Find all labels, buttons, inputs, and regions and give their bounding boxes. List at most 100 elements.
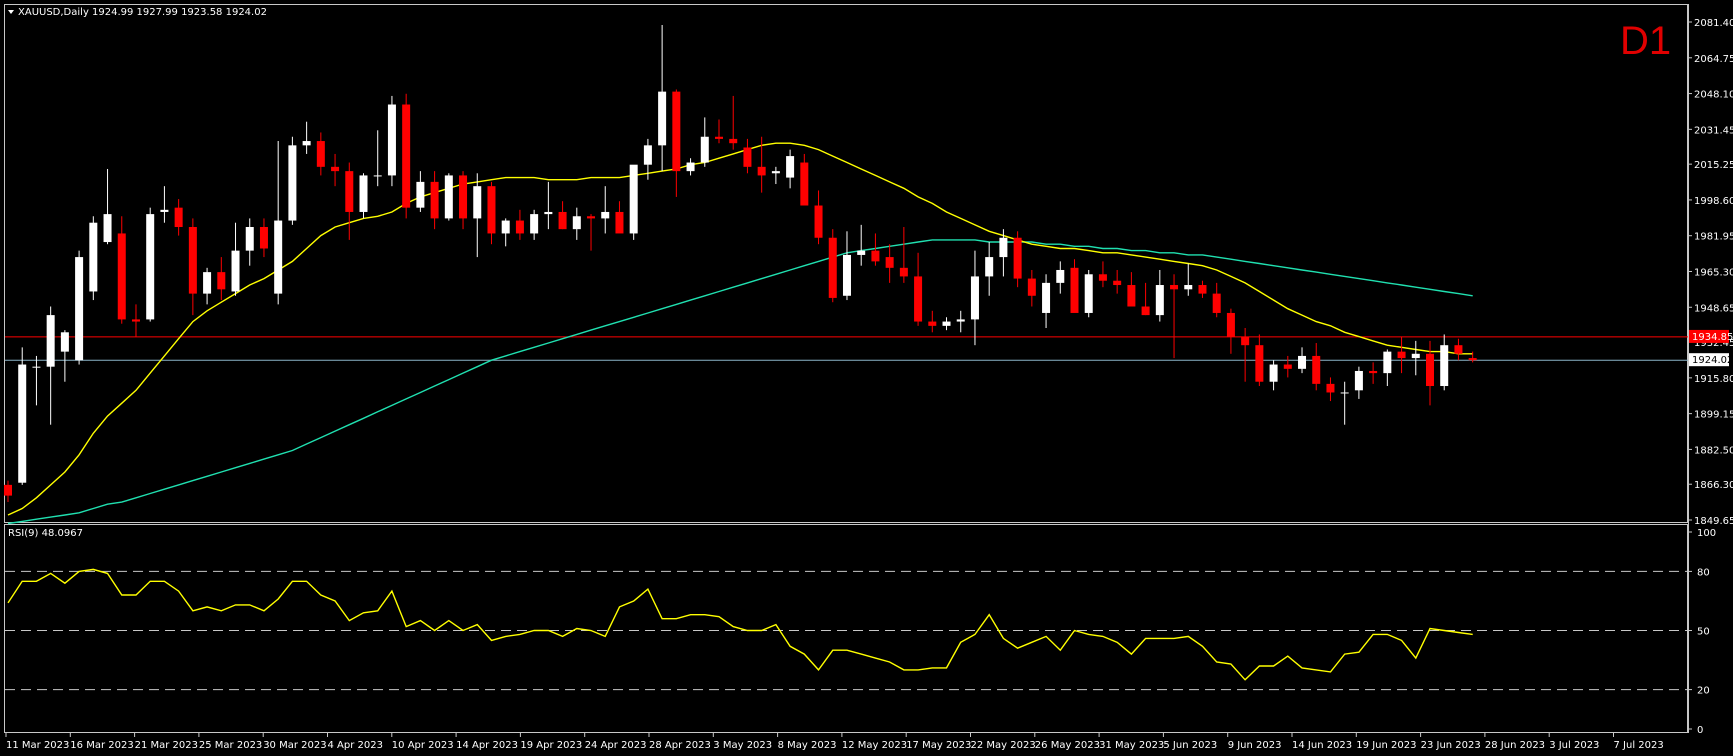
- candle-body: [1084, 274, 1093, 313]
- candle-body: [75, 257, 84, 361]
- candle-body: [1426, 353, 1434, 387]
- candle-body: [459, 175, 468, 219]
- candle-body: [871, 250, 880, 262]
- candle-body: [359, 175, 368, 212]
- candle-body: [1468, 358, 1477, 361]
- candle-body: [615, 211, 624, 234]
- candle-body: [188, 227, 197, 294]
- date-tick-label: 31 May 2023: [1099, 740, 1164, 751]
- candle-body: [1198, 285, 1207, 294]
- candle-body: [629, 164, 638, 234]
- date-tick-label: 11 Mar 2023: [6, 740, 69, 751]
- date-tick-label: 12 May 2023: [842, 740, 907, 751]
- date-axis: 11 Mar 2023 16 Mar 2023 21 Mar 2023 25 Mar …: [5, 733, 1664, 751]
- candle-body: [1397, 351, 1406, 359]
- candle-body: [1411, 353, 1420, 359]
- candle: [288, 136, 297, 225]
- candle-body: [1255, 345, 1264, 382]
- price-tick-label: 1998.60: [1694, 196, 1733, 207]
- candle: [89, 216, 98, 301]
- date-tick-label: 16 Mar 2023: [70, 740, 133, 751]
- candle: [828, 229, 837, 303]
- rsi-label: RSI(9) 48.0967: [8, 528, 83, 539]
- candle-body: [203, 272, 212, 294]
- rsi-tick-label: 100: [1697, 528, 1716, 539]
- symbol-label: XAUUSD,Daily: [18, 7, 89, 18]
- price-tick-label: 2081.40: [1694, 18, 1733, 29]
- candle-body: [1340, 392, 1349, 394]
- price-tick-label: 2031.45: [1694, 125, 1733, 136]
- candle: [444, 173, 453, 221]
- candle-body: [1056, 269, 1065, 283]
- candle-body: [46, 315, 55, 367]
- candle-body: [544, 211, 553, 215]
- date-tick-label: 25 Mar 2023: [199, 740, 262, 751]
- chart-canvas[interactable]: 2081.40 2064.75 2048.10 2031.45 2015.25 1998.…: [0, 0, 1733, 756]
- candle-body: [899, 267, 908, 277]
- date-tick-label: 28 Apr 2023: [649, 740, 711, 751]
- date-tick-label: 22 May 2023: [971, 740, 1036, 751]
- candle-body: [1070, 267, 1079, 313]
- date-tick-label: 4 Apr 2023: [328, 740, 383, 751]
- candle-body: [302, 141, 311, 146]
- date-tick-label: 8 May 2023: [778, 740, 837, 751]
- price-tick-label: 1899.15: [1694, 410, 1733, 421]
- candle-body: [1098, 274, 1107, 281]
- candle-body: [786, 156, 795, 178]
- candle-body: [316, 141, 325, 167]
- candle-body: [928, 321, 937, 326]
- date-tick-label: 14 Apr 2023: [456, 740, 518, 751]
- candle-body: [1326, 383, 1335, 393]
- candle-body: [572, 216, 581, 230]
- candle-body: [601, 211, 610, 219]
- rsi-tick-label: 80: [1697, 567, 1710, 578]
- candle-body: [985, 257, 994, 277]
- price-tick-label: 1948.65: [1694, 303, 1733, 314]
- candle-body: [416, 181, 425, 208]
- candle-body: [1454, 345, 1463, 354]
- candle-body: [857, 250, 866, 255]
- candle-body: [174, 207, 183, 228]
- candle-body: [1042, 282, 1051, 313]
- date-tick-label: 21 Mar 2023: [135, 740, 198, 751]
- candle-body: [1170, 285, 1179, 290]
- candle-body: [842, 254, 851, 296]
- candle-body: [729, 138, 738, 144]
- candle-body: [487, 186, 496, 234]
- candle-body: [387, 104, 396, 176]
- candle-body: [146, 214, 155, 320]
- price-tick-label: 2064.75: [1694, 54, 1733, 65]
- date-tick-label: 3 Jul 2023: [1549, 740, 1599, 751]
- candle-body: [715, 136, 723, 139]
- candle-body: [800, 162, 809, 206]
- candle-body: [402, 104, 411, 208]
- date-tick-label: 23 Jun 2023: [1421, 740, 1481, 751]
- date-tick-label: 19 Apr 2023: [520, 740, 582, 751]
- price-tick-label: 1866.30: [1694, 480, 1733, 491]
- candle-body: [259, 227, 268, 249]
- candle-body: [558, 211, 567, 230]
- candle-body: [1013, 237, 1022, 279]
- candle-body: [658, 91, 667, 146]
- candle: [387, 95, 396, 187]
- candle-body: [1212, 293, 1221, 313]
- candle-body: [530, 214, 539, 234]
- date-tick-label: 17 May 2023: [906, 740, 971, 751]
- candle-body: [1226, 312, 1235, 337]
- price-tick-label: 1981.95: [1694, 232, 1733, 243]
- price-tick-label: 1849.65: [1694, 516, 1733, 527]
- candle: [75, 250, 84, 365]
- rsi-panel[interactable]: [4, 524, 1688, 733]
- candle-body: [970, 276, 979, 320]
- candle-body: [587, 216, 596, 219]
- date-tick-label: 24 Apr 2023: [585, 740, 647, 751]
- candle-body: [373, 175, 382, 177]
- candle-body: [18, 364, 27, 483]
- price-axis: 2081.40 2064.75 2048.10 2031.45 2015.25 1998.…: [1688, 18, 1733, 527]
- candle-body: [501, 220, 510, 234]
- ohlc-label: 1924.99 1927.99 1923.58 1924.02: [92, 7, 267, 18]
- price-tick-label: 2015.25: [1694, 160, 1733, 171]
- price-tick-label: 1965.30: [1694, 267, 1733, 278]
- date-tick-label: 19 Jun 2023: [1356, 740, 1416, 751]
- price-tick-label: 1915.80: [1694, 374, 1733, 385]
